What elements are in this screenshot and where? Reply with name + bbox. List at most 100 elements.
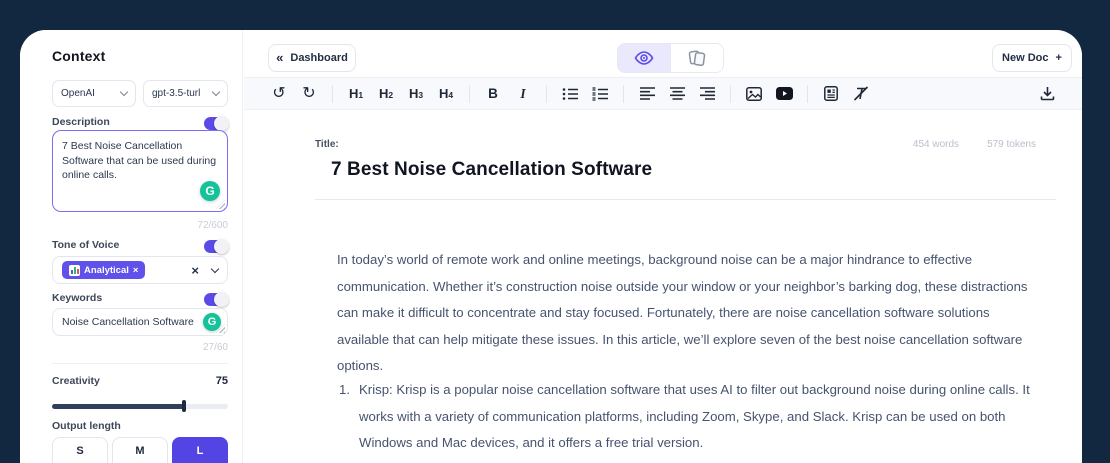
redo-button[interactable]: ↻ [297, 82, 321, 106]
output-length-s-button[interactable]: S [52, 437, 108, 463]
align-right-button[interactable] [695, 82, 719, 106]
tone-tag-analytical[interactable]: Analytical × [62, 261, 145, 279]
italic-button[interactable]: I [511, 82, 535, 106]
model-select-value: gpt-3.5-turl [152, 88, 200, 99]
output-length-group: S M L [52, 437, 228, 463]
align-center-icon [670, 87, 685, 100]
context-sidebar: Context OpenAI gpt-3.5-turl Description … [20, 30, 243, 463]
description-label: Description [52, 116, 110, 128]
sidebar-title: Context [52, 48, 106, 64]
token-count: 579 tokens [987, 139, 1036, 150]
plus-icon: + [1056, 52, 1062, 64]
heading2-button[interactable]: H2 [374, 82, 398, 106]
insert-article-button[interactable] [819, 82, 843, 106]
list-item: 1. Krisp: Krisp is a popular noise cance… [339, 377, 1039, 457]
redo-icon: ↻ [302, 86, 315, 102]
toolbar-separator [623, 85, 624, 103]
tone-clear-icon[interactable]: × [191, 264, 199, 277]
bullet-list-icon [562, 87, 578, 101]
clear-formatting-icon [853, 86, 869, 101]
creativity-label: Creativity [52, 375, 100, 387]
list-item-number: 1. [339, 377, 359, 457]
toolbar-separator [469, 85, 470, 103]
output-length-l-button[interactable]: L [172, 437, 228, 463]
description-toggle[interactable] [204, 117, 228, 130]
undo-button[interactable]: ↺ [267, 82, 291, 106]
keywords-toggle[interactable] [204, 293, 228, 306]
chevron-down-icon[interactable] [211, 264, 219, 272]
new-doc-label: New Doc [1002, 52, 1048, 64]
preview-mode-button[interactable] [618, 44, 670, 72]
new-doc-button[interactable]: New Doc + [992, 44, 1072, 72]
formatting-toolbar: ↺ ↻ H1 H2 H3 H4 B I [244, 77, 1082, 110]
image-icon [746, 87, 762, 101]
slider-fill [52, 404, 184, 409]
grammarly-icon[interactable]: G [203, 313, 221, 331]
undo-icon: ↺ [272, 86, 285, 102]
bullet-list-button[interactable] [558, 82, 582, 106]
chevron-down-icon [212, 88, 220, 96]
tone-select[interactable]: Analytical × × [52, 256, 228, 284]
creativity-slider[interactable] [52, 400, 228, 412]
grammarly-icon[interactable]: G [200, 181, 220, 201]
tone-tag-label: Analytical [84, 265, 129, 276]
article-icon [824, 86, 838, 101]
view-mode-toggle [617, 43, 724, 73]
provider-select[interactable]: OpenAI [52, 80, 136, 107]
provider-select-value: OpenAI [61, 88, 95, 99]
keywords-input[interactable] [62, 316, 202, 328]
clear-formatting-button[interactable] [849, 82, 873, 106]
keywords-field-wrapper: G [52, 308, 228, 336]
align-center-button[interactable] [665, 82, 689, 106]
double-chevron-left-icon: « [276, 50, 283, 65]
document-numbered-list[interactable]: 1. Krisp: Krisp is a popular noise cance… [339, 377, 1039, 463]
document-title[interactable]: 7 Best Noise Cancellation Software [331, 159, 652, 181]
app-window: Context OpenAI gpt-3.5-turl Description … [20, 30, 1082, 463]
description-field-wrapper: 7 Best Noise Cancellation Software that … [52, 130, 228, 212]
pages-mode-button[interactable] [670, 44, 723, 72]
description-input[interactable]: 7 Best Noise Cancellation Software that … [62, 139, 218, 203]
chevron-down-icon [120, 88, 128, 96]
word-count: 454 words [913, 139, 959, 150]
main-area: « Dashboard [244, 30, 1082, 463]
document-intro-paragraph[interactable]: In today’s world of remote work and onli… [337, 247, 1037, 380]
download-button[interactable] [1035, 82, 1059, 106]
heading3-button[interactable]: H3 [404, 82, 428, 106]
keywords-label: Keywords [52, 292, 102, 304]
ordered-list-button[interactable] [588, 82, 612, 106]
bar-chart-icon [69, 265, 80, 276]
bold-button[interactable]: B [481, 82, 505, 106]
output-length-m-button[interactable]: M [112, 437, 168, 463]
download-icon [1040, 86, 1055, 101]
description-char-count: 72/600 [52, 220, 228, 231]
pages-icon [688, 50, 706, 66]
heading1-button[interactable]: H1 [344, 82, 368, 106]
align-right-icon [700, 87, 715, 100]
align-left-button[interactable] [635, 82, 659, 106]
document-canvas: Title: 454 words 579 tokens 7 Best Noise… [244, 111, 1082, 463]
title-divider [315, 199, 1056, 200]
ordered-list-icon [592, 87, 608, 101]
keywords-char-count: 27/60 [52, 342, 228, 353]
video-icon [776, 87, 793, 100]
creativity-value: 75 [216, 375, 228, 387]
output-length-label: Output length [52, 420, 121, 432]
toolbar-separator [546, 85, 547, 103]
model-select[interactable]: gpt-3.5-turl [143, 80, 228, 107]
document-title-label: Title: [315, 139, 339, 150]
back-to-dashboard-button[interactable]: « Dashboard [268, 44, 356, 72]
insert-image-button[interactable] [742, 82, 766, 106]
slider-thumb[interactable] [182, 400, 186, 412]
eye-icon [634, 51, 654, 65]
top-bar: « Dashboard [244, 30, 1082, 77]
toolbar-separator [332, 85, 333, 103]
insert-video-button[interactable] [772, 82, 796, 106]
sidebar-divider [52, 363, 228, 364]
back-button-label: Dashboard [290, 52, 347, 64]
tone-tag-remove-icon[interactable]: × [133, 265, 139, 276]
tone-toggle[interactable] [204, 240, 228, 253]
heading4-button[interactable]: H4 [434, 82, 458, 106]
list-item-text[interactable]: Krisp: Krisp is a popular noise cancella… [359, 377, 1039, 457]
toolbar-separator [730, 85, 731, 103]
tone-label: Tone of Voice [52, 239, 119, 251]
